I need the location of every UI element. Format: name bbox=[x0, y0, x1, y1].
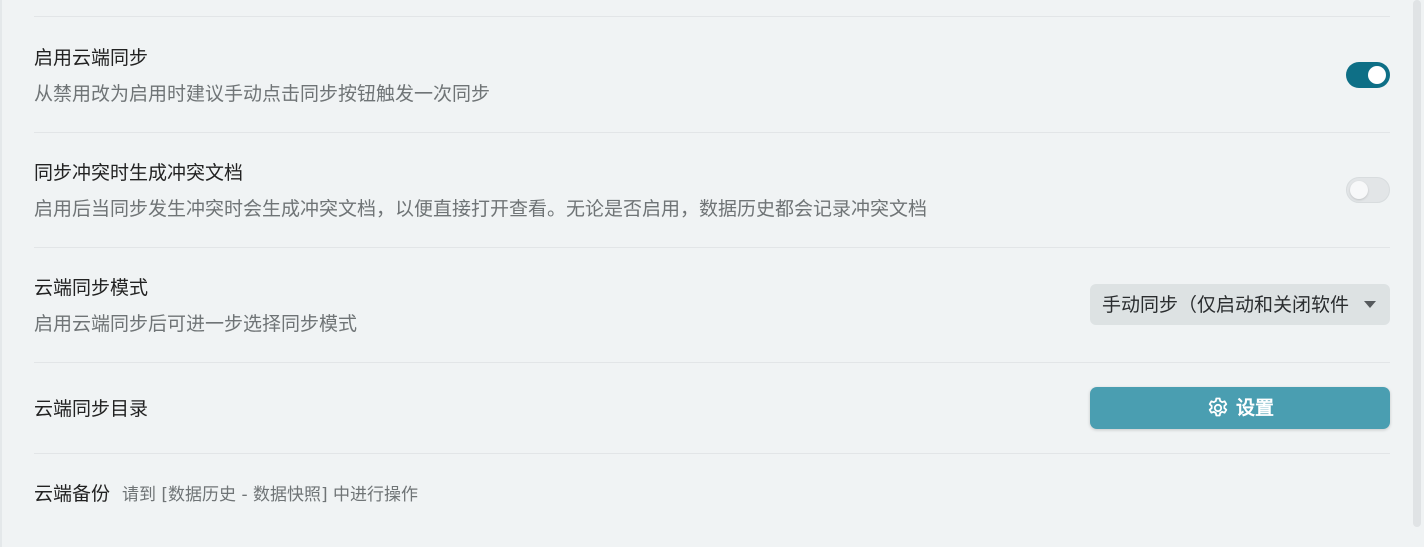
conflict-doc-toggle[interactable] bbox=[1346, 177, 1390, 203]
settings-panel: 启用云端同步 从禁用改为启用时建议手动点击同步按钮触发一次同步 同步冲突时生成冲… bbox=[0, 0, 1424, 547]
backup-row-text: 云端备份 请到 [数据历史 - 数据快照] 中进行操作 bbox=[34, 482, 418, 507]
divider bbox=[34, 247, 1390, 248]
cloud-sync-title: 启用云端同步 bbox=[34, 47, 149, 69]
toggle-knob bbox=[1350, 181, 1368, 199]
setting-row-conflict-doc: 同步冲突时生成冲突文档 启用后当同步发生冲突时会生成冲突文档，以便直接打开查看。… bbox=[34, 161, 1390, 231]
setting-row-cloud-sync: 启用云端同步 从禁用改为启用时建议手动点击同步按钮触发一次同步 bbox=[34, 46, 1390, 116]
sync-mode-description: 启用云端同步后可进一步选择同步模式 bbox=[34, 313, 358, 335]
conflict-doc-description: 启用后当同步发生冲突时会生成冲突文档，以便直接打开查看。无论是否启用，数据历史都… bbox=[34, 198, 928, 220]
sync-mode-selected-value: 手动同步（仅启动和关闭软件时 bbox=[1102, 294, 1350, 316]
gear-icon bbox=[1208, 397, 1228, 417]
sync-dir-settings-button[interactable]: 设置 bbox=[1090, 387, 1390, 429]
divider bbox=[34, 362, 1390, 363]
sync-mode-select[interactable]: 手动同步（仅启动和关闭软件时 bbox=[1090, 284, 1390, 325]
cloud-sync-description: 从禁用改为启用时建议手动点击同步按钮触发一次同步 bbox=[34, 83, 491, 105]
sync-mode-title: 云端同步模式 bbox=[34, 277, 149, 299]
sync-dir-title: 云端同步目录 bbox=[34, 398, 149, 420]
divider bbox=[34, 16, 1390, 17]
setting-row-sync-dir: 云端同步目录 设置 bbox=[34, 387, 1390, 429]
chevron-down-icon bbox=[1364, 301, 1376, 308]
backup-title: 云端备份 bbox=[34, 483, 111, 505]
divider bbox=[34, 453, 1390, 454]
setting-row-backup: 云端备份 请到 [数据历史 - 数据快照] 中进行操作 bbox=[34, 482, 1390, 508]
scrollbar-thumb[interactable] bbox=[1413, 0, 1421, 527]
conflict-doc-title: 同步冲突时生成冲突文档 bbox=[34, 162, 244, 184]
cloud-sync-toggle[interactable] bbox=[1346, 62, 1390, 88]
divider bbox=[34, 132, 1390, 133]
sync-dir-button-label: 设置 bbox=[1235, 397, 1274, 419]
setting-row-sync-mode: 云端同步模式 启用云端同步后可进一步选择同步模式 手动同步（仅启动和关闭软件时 bbox=[34, 276, 1390, 346]
scrollbar[interactable] bbox=[1410, 0, 1424, 547]
toggle-knob bbox=[1368, 66, 1386, 84]
backup-note: 请到 [数据历史 - 数据快照] 中进行操作 bbox=[122, 485, 419, 505]
